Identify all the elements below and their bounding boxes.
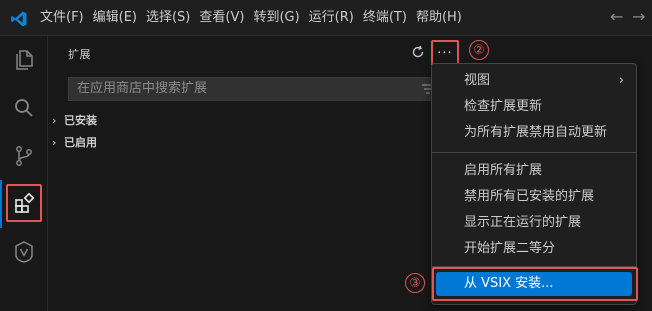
menu-bar: 文件(F) 编辑(E) 选择(S) 查看(V) 转到(G) 运行(R) 终端(T… xyxy=(36,0,466,36)
activity-bar xyxy=(0,36,48,311)
search-icon xyxy=(15,99,33,117)
activity-search[interactable] xyxy=(0,84,48,132)
extensions-search-input[interactable]: 在应用商店中搜索扩展 xyxy=(68,77,440,101)
menu-terminal[interactable]: 终端(T) xyxy=(359,0,411,36)
menu-item-bisect[interactable]: 开始扩展二等分 xyxy=(436,237,632,261)
activity-explorer[interactable] xyxy=(0,36,48,84)
search-placeholder: 在应用商店中搜索扩展 xyxy=(77,81,208,96)
activity-source-control[interactable] xyxy=(0,132,48,180)
section-installed[interactable]: › 已安装 xyxy=(52,110,97,132)
annotation-2: ② xyxy=(469,40,489,60)
explorer-icon xyxy=(16,50,33,70)
extensions-icon xyxy=(15,192,35,213)
chevron-right-icon: › xyxy=(52,114,57,127)
vscode-logo-icon xyxy=(11,11,27,27)
section-enabled-label: 已启用 xyxy=(64,136,97,149)
back-arrow-icon[interactable]: ← xyxy=(610,7,623,26)
menu-separator xyxy=(432,152,636,153)
install-vsix-highlight-frame xyxy=(432,267,638,301)
menu-item-show-running[interactable]: 显示正在运行的扩展 xyxy=(436,211,632,235)
refresh-icon[interactable] xyxy=(410,44,426,60)
menu-help[interactable]: 帮助(H) xyxy=(412,0,466,36)
menu-item-views-label: 视图 xyxy=(464,73,491,88)
section-installed-label: 已安装 xyxy=(64,114,97,127)
menu-item-disable-all[interactable]: 禁用所有已安装的扩展 xyxy=(436,185,632,209)
menu-item-check-updates[interactable]: 检查扩展更新 xyxy=(436,95,632,119)
menu-item-enable-all[interactable]: 启用所有扩展 xyxy=(436,159,632,183)
chevron-right-icon: › xyxy=(52,136,57,149)
title-bar: 文件(F) 编辑(E) 选择(S) 查看(V) 转到(G) 运行(R) 终端(T… xyxy=(0,0,652,36)
forward-arrow-icon[interactable]: → xyxy=(632,7,645,26)
annotation-3: ③ xyxy=(405,273,425,293)
menu-selection[interactable]: 选择(S) xyxy=(142,0,194,36)
menu-view[interactable]: 查看(V) xyxy=(195,0,248,36)
source-control-icon xyxy=(16,146,32,166)
menu-file[interactable]: 文件(F) xyxy=(36,0,88,36)
vue-icon xyxy=(15,241,33,263)
chevron-right-icon: › xyxy=(618,73,624,88)
activity-extensions[interactable] xyxy=(0,180,48,228)
menu-item-disable-auto-update[interactable]: 为所有扩展禁用自动更新 xyxy=(436,121,632,145)
menu-go[interactable]: 转到(G) xyxy=(249,0,303,36)
activity-vue[interactable] xyxy=(0,228,48,276)
view-title: 扩展 xyxy=(68,48,91,61)
menu-run[interactable]: 运行(R) xyxy=(305,0,358,36)
section-enabled[interactable]: › 已启用 xyxy=(52,132,97,154)
menu-item-views[interactable]: 视图 › xyxy=(436,69,632,93)
menu-edit[interactable]: 编辑(E) xyxy=(89,0,141,36)
